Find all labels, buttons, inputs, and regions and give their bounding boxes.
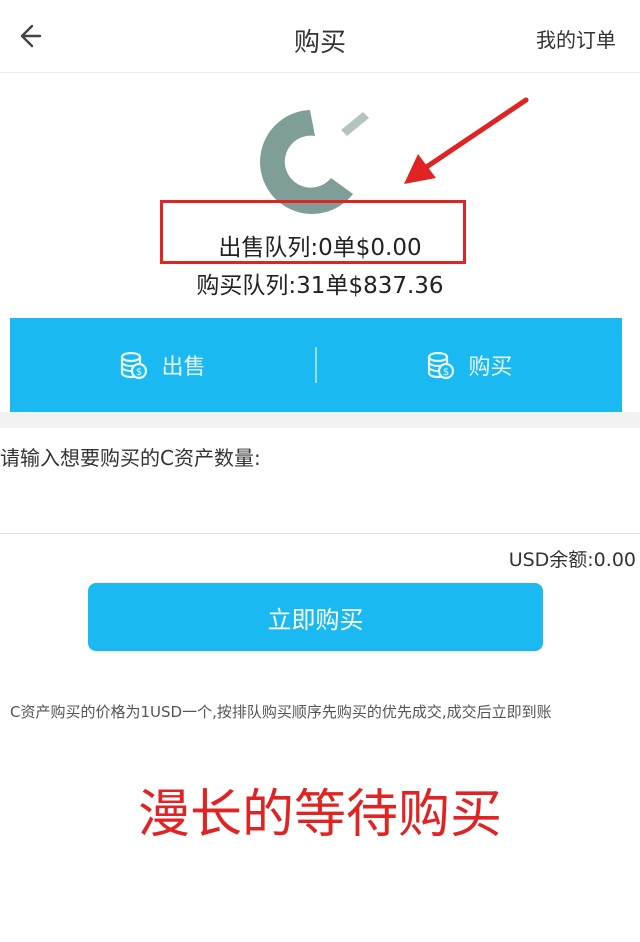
quantity-label: 请输入想要购买的C资产数量: [0,446,261,470]
svg-text:$: $ [136,367,142,378]
c-asset-logo [255,108,375,214]
tab-sell-label: 出售 [161,355,206,380]
coins-icon: $ [121,351,148,380]
purchase-note: C资产购买的价格为1USD一个,按排队购买顺序先购买的优先成交,成交后立即到账 [10,703,552,721]
my-orders-link[interactable]: 我的订单 [536,24,616,53]
usd-balance: USD余额:0.00 [508,549,636,571]
annotation-caption: 漫长的等待购买 [137,785,502,845]
sell-queue-text: 出售队列:0单$0.00 [218,235,422,261]
quantity-input[interactable] [0,474,640,534]
annotation-arrow-icon [404,97,529,184]
coins-icon: $ [428,351,455,380]
section-divider [0,412,640,428]
tab-buy[interactable]: $ 购买 [317,318,622,412]
buy-now-button[interactable]: 立即购买 [88,583,543,651]
tab-buy-label: 购买 [468,355,513,380]
buy-queue-text: 购买队列:31单$837.36 [196,273,444,299]
trade-tab-bar: $ 出售 $ 购买 [10,318,622,412]
svg-text:$: $ [443,367,449,378]
app-header: 购买 我的订单 [0,0,640,73]
tab-sell[interactable]: $ 出售 [10,318,315,412]
c-logo-icon [260,110,369,214]
